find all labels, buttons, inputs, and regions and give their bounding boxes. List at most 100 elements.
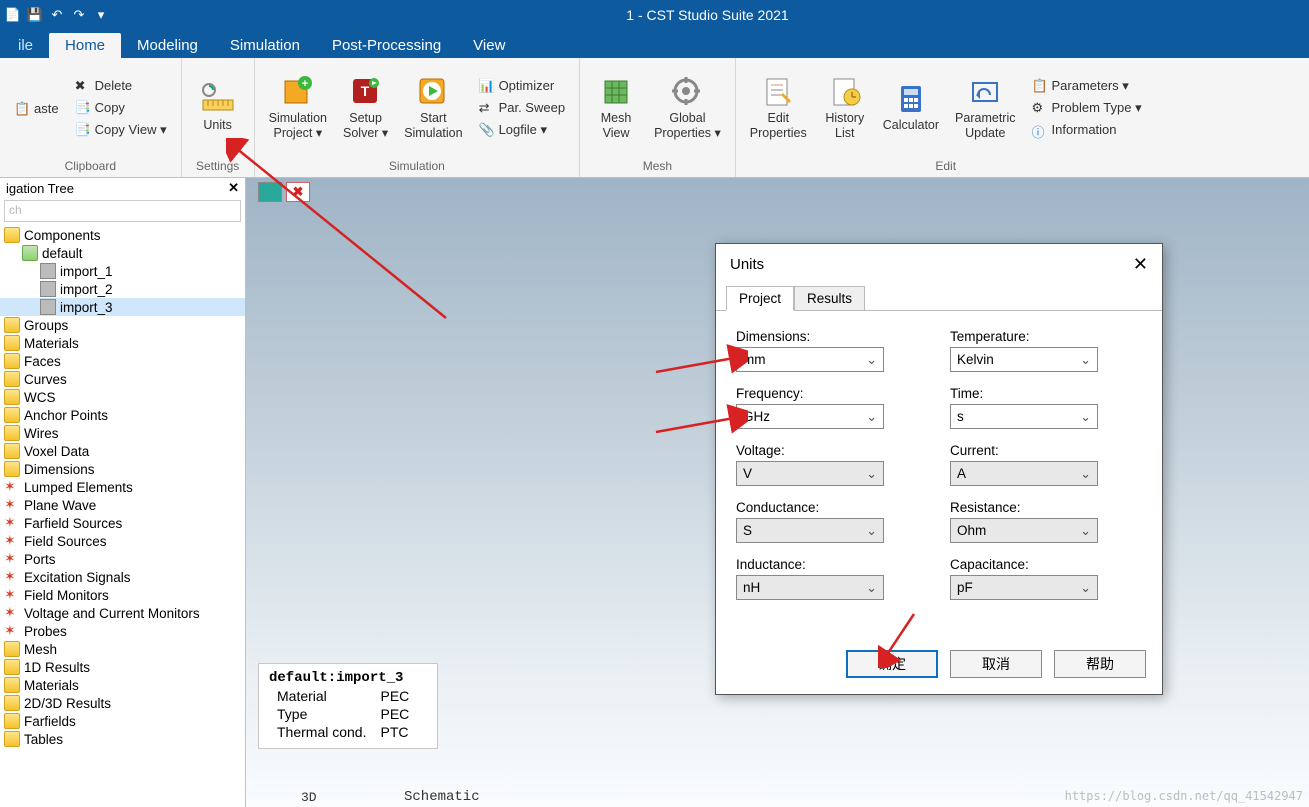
optimizer-button[interactable]: 📊Optimizer xyxy=(475,76,570,96)
dialog-tab-project[interactable]: Project xyxy=(726,286,794,311)
copy-view-button[interactable]: 📑Copy View ▾ xyxy=(71,120,171,140)
navtree[interactable]: Componentsdefaultimport_1import_2import_… xyxy=(0,224,245,803)
star-icon: ✶ xyxy=(4,569,20,585)
field-label: Voltage: xyxy=(736,443,928,458)
par-sweep-icon: ⇄ xyxy=(479,100,495,116)
delete-button[interactable]: ✖Delete xyxy=(71,76,171,96)
star-icon: ✶ xyxy=(4,587,20,603)
copy-button[interactable]: 📑Copy xyxy=(71,98,171,118)
dialog-close-icon[interactable]: ✕ xyxy=(1133,254,1148,275)
field-resistance: Resistance:Ohm xyxy=(950,500,1142,543)
paste-button[interactable]: 📋aste xyxy=(10,99,63,119)
dialog-button-row: 确定 取消 帮助 xyxy=(716,640,1162,694)
tree-node[interactable]: import_2 xyxy=(0,280,245,298)
frequency-select[interactable]: GHz xyxy=(736,404,884,429)
document-tabs: ✖ xyxy=(258,182,310,202)
current-select: A xyxy=(950,461,1098,486)
svg-text:+: + xyxy=(302,78,308,90)
tree-node[interactable]: ✶Plane Wave xyxy=(0,496,245,514)
ok-button[interactable]: 确定 xyxy=(846,650,938,678)
problem-type-button[interactable]: ⚙Problem Type ▾ xyxy=(1027,98,1145,118)
folder-icon xyxy=(4,335,20,351)
units-button[interactable]: Units xyxy=(188,80,248,135)
paste-icon: 📋 xyxy=(14,101,30,117)
tree-node[interactable]: Voxel Data xyxy=(0,442,245,460)
dialog-tab-results[interactable]: Results xyxy=(794,286,865,311)
tree-node[interactable]: Anchor Points xyxy=(0,406,245,424)
tree-node[interactable]: ✶Field Sources xyxy=(0,532,245,550)
tree-node[interactable]: 2D/3D Results xyxy=(0,694,245,712)
tree-node[interactable]: Wires xyxy=(0,424,245,442)
dimensions-select[interactable]: mm xyxy=(736,347,884,372)
tab-file[interactable]: ile xyxy=(2,33,49,58)
tab-view[interactable]: View xyxy=(457,33,521,58)
tree-node[interactable]: Materials xyxy=(0,334,245,352)
tab-modeling[interactable]: Modeling xyxy=(121,33,214,58)
time-select[interactable]: s xyxy=(950,404,1098,429)
history-list-button[interactable]: History List xyxy=(815,73,875,143)
copy-icon: 📑 xyxy=(75,100,91,116)
doc-tab-1[interactable] xyxy=(258,182,282,202)
qat-undo-icon[interactable]: ↶ xyxy=(48,6,66,24)
tree-node[interactable]: ✶Excitation Signals xyxy=(0,568,245,586)
tree-node[interactable]: Faces xyxy=(0,352,245,370)
field-label: Frequency: xyxy=(736,386,928,401)
tree-node[interactable]: ✶Voltage and Current Monitors xyxy=(0,604,245,622)
folder-icon xyxy=(4,659,20,675)
field-time: Time:s xyxy=(950,386,1142,429)
table-row: TypePEC xyxy=(271,706,415,722)
simulation-project-button[interactable]: + Simulation Project ▾ xyxy=(261,73,335,143)
information-button[interactable]: ⓘInformation xyxy=(1027,120,1145,140)
start-simulation-button[interactable]: Start Simulation xyxy=(396,73,470,143)
tree-node[interactable]: Mesh xyxy=(0,640,245,658)
navtree-close-icon[interactable]: ✕ xyxy=(228,180,239,196)
cancel-button[interactable]: 取消 xyxy=(950,650,1042,678)
folder-icon xyxy=(4,641,20,657)
par-sweep-button[interactable]: ⇄Par. Sweep xyxy=(475,98,570,118)
tree-node[interactable]: default xyxy=(0,244,245,262)
logfile-button[interactable]: 📎Logfile ▾ xyxy=(475,120,570,140)
edit-properties-button[interactable]: Edit Properties xyxy=(742,73,815,143)
tree-node[interactable]: ✶Field Monitors xyxy=(0,586,245,604)
mesh-view-button[interactable]: Mesh View xyxy=(586,73,646,143)
tree-node[interactable]: ✶Farfield Sources xyxy=(0,514,245,532)
qat-new-icon[interactable]: 📄 xyxy=(4,6,22,24)
temperature-select[interactable]: Kelvin xyxy=(950,347,1098,372)
tab-post[interactable]: Post-Processing xyxy=(316,33,457,58)
tree-node[interactable]: Farfields xyxy=(0,712,245,730)
tree-node[interactable]: Tables xyxy=(0,730,245,748)
tree-node[interactable]: Curves xyxy=(0,370,245,388)
help-button[interactable]: 帮助 xyxy=(1054,650,1146,678)
parameters-button[interactable]: 📋Parameters ▾ xyxy=(1027,76,1145,96)
tree-node[interactable]: ✶Lumped Elements xyxy=(0,478,245,496)
field-label: Inductance: xyxy=(736,557,928,572)
tree-node[interactable]: import_1 xyxy=(0,262,245,280)
tree-node[interactable]: ✶Probes xyxy=(0,622,245,640)
tree-node[interactable]: 1D Results xyxy=(0,658,245,676)
navtree-search-input[interactable]: ch xyxy=(4,200,241,222)
information-icon: ⓘ xyxy=(1031,122,1047,138)
tree-node[interactable]: WCS xyxy=(0,388,245,406)
calculator-button[interactable]: Calculator xyxy=(875,80,947,135)
tab-simulation[interactable]: Simulation xyxy=(214,33,316,58)
doc-tab-close[interactable]: ✖ xyxy=(286,182,310,202)
tree-node[interactable]: Groups xyxy=(0,316,245,334)
parametric-update-button[interactable]: Parametric Update xyxy=(947,73,1023,143)
folder-icon xyxy=(4,227,20,243)
tab-home[interactable]: Home xyxy=(49,33,121,58)
global-properties-button[interactable]: Global Properties ▾ xyxy=(646,73,729,143)
units-dialog: Units ✕ Project Results Dimensions:mmTem… xyxy=(715,243,1163,695)
logfile-icon: 📎 xyxy=(479,122,495,138)
tree-node[interactable]: import_3 xyxy=(0,298,245,316)
resistance-select: Ohm xyxy=(950,518,1098,543)
qat-redo-icon[interactable]: ↷ xyxy=(70,6,88,24)
setup-solver-button[interactable]: T Setup Solver ▾ xyxy=(335,73,396,143)
tree-node[interactable]: Components xyxy=(0,226,245,244)
tree-node[interactable]: Materials xyxy=(0,676,245,694)
tree-node[interactable]: Dimensions xyxy=(0,460,245,478)
qat-save-icon[interactable]: 💾 xyxy=(26,6,44,24)
tree-node[interactable]: ✶Ports xyxy=(0,550,245,568)
qat-more-icon[interactable]: ▾ xyxy=(92,6,110,24)
dialog-titlebar[interactable]: Units ✕ xyxy=(716,244,1162,285)
dialog-tabs: Project Results xyxy=(716,285,1162,311)
